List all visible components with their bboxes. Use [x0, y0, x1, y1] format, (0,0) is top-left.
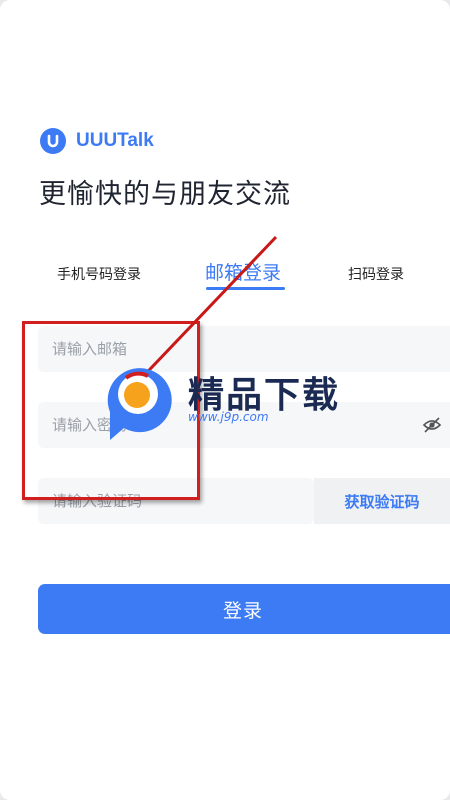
eye-off-icon[interactable]	[422, 416, 442, 434]
app-name: UUUTalk	[76, 130, 154, 151]
page-title: 更愉快的与朋友交流	[39, 179, 291, 210]
tab-qr-login[interactable]: 扫码登录	[348, 264, 404, 284]
login-tabs: 手机号码登录 邮箱登录 扫码登录	[0, 258, 450, 298]
tab-email-login[interactable]: 邮箱登录	[205, 258, 281, 285]
watermark-logo-icon	[107, 368, 172, 440]
watermark-url: www.j9p.com	[188, 410, 269, 424]
uuu-logo-icon	[40, 128, 66, 154]
login-screen: UUUTalk 更愉快的与朋友交流 手机号码登录 邮箱登录 扫码登录 获取验证码…	[0, 0, 450, 800]
login-button[interactable]: 登录	[38, 584, 450, 634]
brand: UUUTalk	[40, 128, 154, 154]
active-tab-indicator	[206, 287, 285, 290]
get-code-button[interactable]: 获取验证码	[314, 478, 450, 524]
tab-phone-login[interactable]: 手机号码登录	[57, 264, 141, 284]
